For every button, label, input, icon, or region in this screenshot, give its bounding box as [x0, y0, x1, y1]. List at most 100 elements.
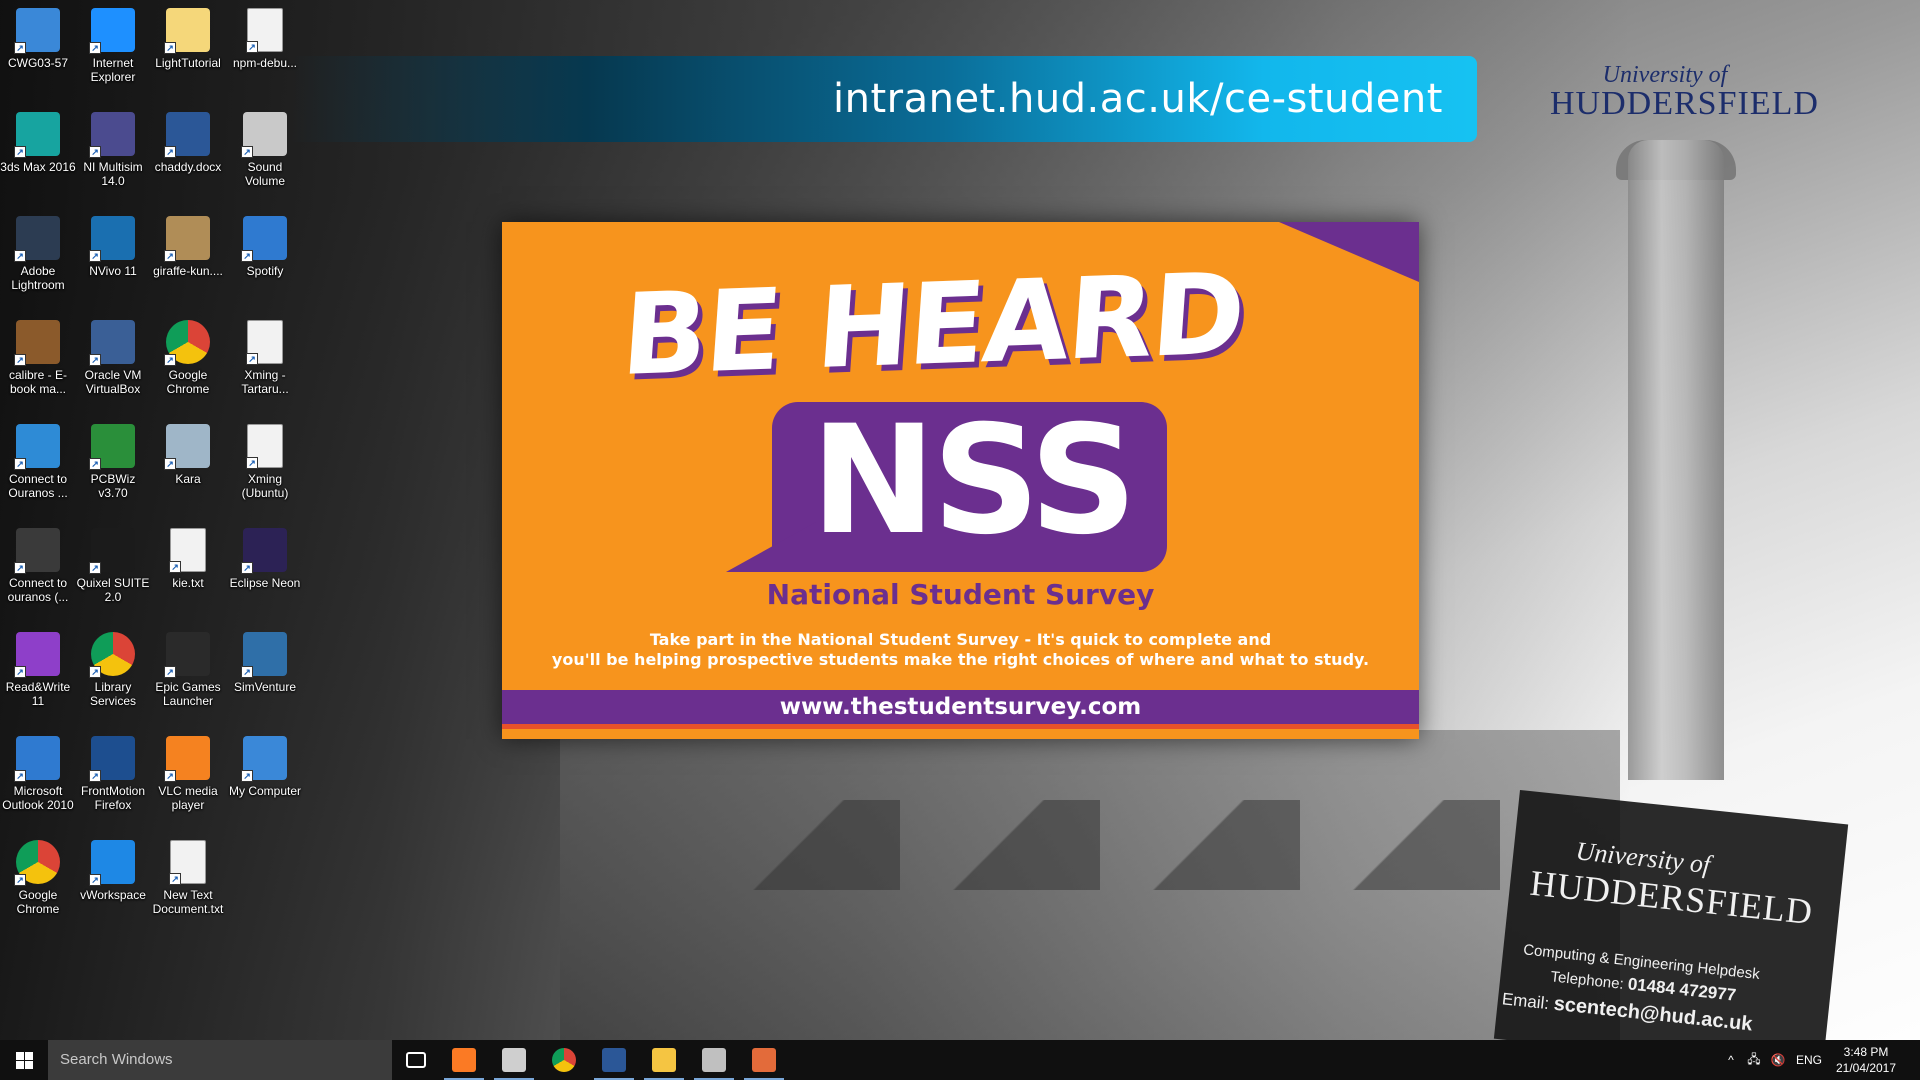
taskbar-app[interactable] — [590, 1040, 638, 1080]
desktop-icon-label: VLC media player — [158, 784, 218, 812]
shortcut-arrow-icon: ↗ — [89, 874, 101, 886]
language-indicator[interactable]: ENG — [1794, 1040, 1824, 1080]
windows-logo-icon — [15, 1051, 33, 1069]
taskbar-app[interactable] — [392, 1040, 440, 1080]
desktop-icon-label: kie.txt — [172, 576, 204, 590]
desktop-icon[interactable]: ↗ calibre - E-book ma... — [0, 312, 76, 396]
task-view-icon — [406, 1052, 426, 1068]
desktop-icon[interactable]: ↗ Xming (Ubuntu) — [227, 416, 303, 500]
virtualbox-icon: ↗ — [89, 320, 135, 366]
desktop-icon[interactable]: ↗ New Text Document.txt — [150, 832, 226, 916]
desktop-icon-label: Connect to ouranos (... — [7, 576, 69, 604]
desktop-icon[interactable]: ↗ LightTutorial — [150, 0, 226, 70]
shortcut-arrow-icon: ↗ — [164, 42, 176, 54]
desktop-icon[interactable]: ↗ Oracle VM VirtualBox — [75, 312, 151, 396]
university-logo-name: HUDDERSFIELD — [1550, 85, 1819, 122]
shortcut-arrow-icon: ↗ — [241, 146, 253, 158]
desktop-icon-label: calibre - E-book ma... — [8, 368, 67, 396]
wallpaper-roof — [1100, 800, 1300, 890]
taskbar-app[interactable] — [440, 1040, 488, 1080]
helpdesk-telephone-label: Telephone: — [1549, 968, 1625, 993]
desktop-icon[interactable]: ↗ Adobe Lightroom — [0, 208, 76, 292]
speaker-icon: ↗ — [241, 112, 287, 158]
desktop-icon[interactable]: ↗ Eclipse Neon — [227, 520, 303, 590]
desktop-icon[interactable]: ↗ Spotify — [227, 208, 303, 278]
desktop-icon[interactable]: ↗ Internet Explorer — [75, 0, 151, 84]
shortcut-arrow-icon: ↗ — [241, 250, 253, 262]
volume-muted-icon[interactable]: 🔇 — [1766, 1040, 1790, 1080]
desktop-icon-label: Xming - Tartaru... — [241, 368, 289, 396]
taskbar-app[interactable] — [540, 1040, 588, 1080]
desktop-icon[interactable]: ↗ Xming - Tartaru... — [227, 312, 303, 396]
desktop-icon[interactable]: ↗ npm-debu... — [227, 0, 303, 70]
desktop-icon[interactable]: ↗ My Computer — [227, 728, 303, 798]
desktop-icon-label: 3ds Max 2016 — [0, 160, 76, 174]
nvivo-icon: ↗ — [89, 216, 135, 262]
desktop-icon[interactable]: ↗ giraffe-kun.... — [150, 208, 226, 278]
shortcut-arrow-icon: ↗ — [241, 666, 253, 678]
computer-icon: ↗ — [14, 8, 60, 54]
desktop-icon-label: Eclipse Neon — [229, 576, 301, 590]
desktop-icon[interactable]: ↗ Google Chrome — [150, 312, 226, 396]
desktop-icon-label: SimVenture — [233, 680, 297, 694]
desktop-icon-label: Microsoft Outlook 2010 — [2, 784, 74, 812]
desktop-icon[interactable]: ↗ Library Services — [75, 624, 151, 708]
desktop-icon[interactable]: ↗ Microsoft Outlook 2010 — [0, 728, 76, 812]
epic-games-icon: ↗ — [164, 632, 210, 678]
kara-icon: ↗ — [164, 424, 210, 470]
start-button[interactable] — [0, 1040, 48, 1080]
desktop-icon[interactable]: ↗ NI Multisim 14.0 — [75, 104, 151, 188]
chrome-icon: ↗ — [164, 320, 210, 366]
desktop-icon[interactable]: ↗ 3ds Max 2016 — [0, 104, 76, 174]
shortcut-arrow-icon: ↗ — [89, 354, 101, 366]
desktop-icon-label: Library Services — [89, 680, 136, 708]
file-explorer-icon — [652, 1048, 676, 1072]
desktop-icon-label: Sound Volume — [244, 160, 286, 188]
intranet-url: intranet.hud.ac.uk/ce-student — [833, 76, 1443, 122]
desktop-icon[interactable]: ↗ FrontMotion Firefox — [75, 728, 151, 812]
desktop-icon[interactable]: ↗ Connect to ouranos (... — [0, 520, 76, 604]
desktop-icon-label: npm-debu... — [232, 56, 298, 70]
shortcut-arrow-icon: ↗ — [89, 666, 101, 678]
search-input[interactable]: Search Windows — [48, 1040, 392, 1080]
desktop-icon[interactable]: ↗ Read&Write 11 — [0, 624, 76, 708]
desktop-icon-label: giraffe-kun.... — [153, 264, 223, 278]
vworkspace-icon: ↗ — [89, 840, 135, 886]
clock[interactable]: 3:48 PM 21/04/2017 — [1826, 1044, 1906, 1076]
desktop-icon-label: Google Chrome — [166, 368, 210, 396]
show-hidden-icons-icon[interactable]: ^ — [1720, 1040, 1742, 1080]
desktop-icon[interactable]: ↗ chaddy.docx — [150, 104, 226, 174]
desktop-icon[interactable]: ↗ Epic Games Launcher — [150, 624, 226, 708]
shortcut-arrow-icon: ↗ — [14, 874, 26, 886]
shortcut-arrow-icon: ↗ — [164, 666, 176, 678]
nss-headline: BE HEARD — [617, 248, 1248, 402]
text-file-icon: ↗ — [246, 8, 283, 53]
desktop-icon[interactable]: ↗ NVivo 11 — [75, 208, 151, 278]
shortcut-arrow-icon: ↗ — [14, 770, 26, 782]
network-icon[interactable]: 🖧 — [1742, 1040, 1766, 1080]
desktop-icon[interactable]: ↗ Connect to Ouranos ... — [0, 416, 76, 500]
desktop-icon[interactable]: ↗ Google Chrome — [0, 832, 76, 916]
helpdesk-email-label: Email: — [1501, 989, 1551, 1014]
taskbar-app[interactable] — [640, 1040, 688, 1080]
remote-desktop-icon: ↗ — [14, 424, 60, 470]
taskbar-app[interactable] — [740, 1040, 788, 1080]
desktop-icon-label: Epic Games Launcher — [155, 680, 221, 708]
shortcut-arrow-icon: ↗ — [241, 562, 253, 574]
desktop-icon[interactable]: ↗ Kara — [150, 416, 226, 486]
desktop-icon[interactable]: ↗ CWG03-57 — [0, 0, 76, 70]
desktop-icon[interactable]: ↗ SimVenture — [227, 624, 303, 694]
tool-icon — [702, 1048, 726, 1072]
desktop-icon[interactable]: ↗ VLC media player — [150, 728, 226, 812]
desktop-icon[interactable]: ↗ kie.txt — [150, 520, 226, 590]
desktop-icon[interactable]: ↗ Sound Volume — [227, 104, 303, 188]
taskbar-app[interactable] — [690, 1040, 738, 1080]
nss-description-line: you'll be helping prospective students m… — [551, 650, 1370, 669]
internet-explorer-icon: ↗ — [89, 8, 135, 54]
desktop-icon[interactable]: ↗ PCBWiz v3.70 — [75, 416, 151, 500]
desktop-icon[interactable]: ↗ vWorkspace — [75, 832, 151, 902]
taskbar-app[interactable] — [490, 1040, 538, 1080]
desktop-icon[interactable]: ↗ Quixel SUITE 2.0 — [75, 520, 151, 604]
shortcut-arrow-icon: ↗ — [14, 562, 26, 574]
eclipse-icon: ↗ — [241, 528, 287, 574]
